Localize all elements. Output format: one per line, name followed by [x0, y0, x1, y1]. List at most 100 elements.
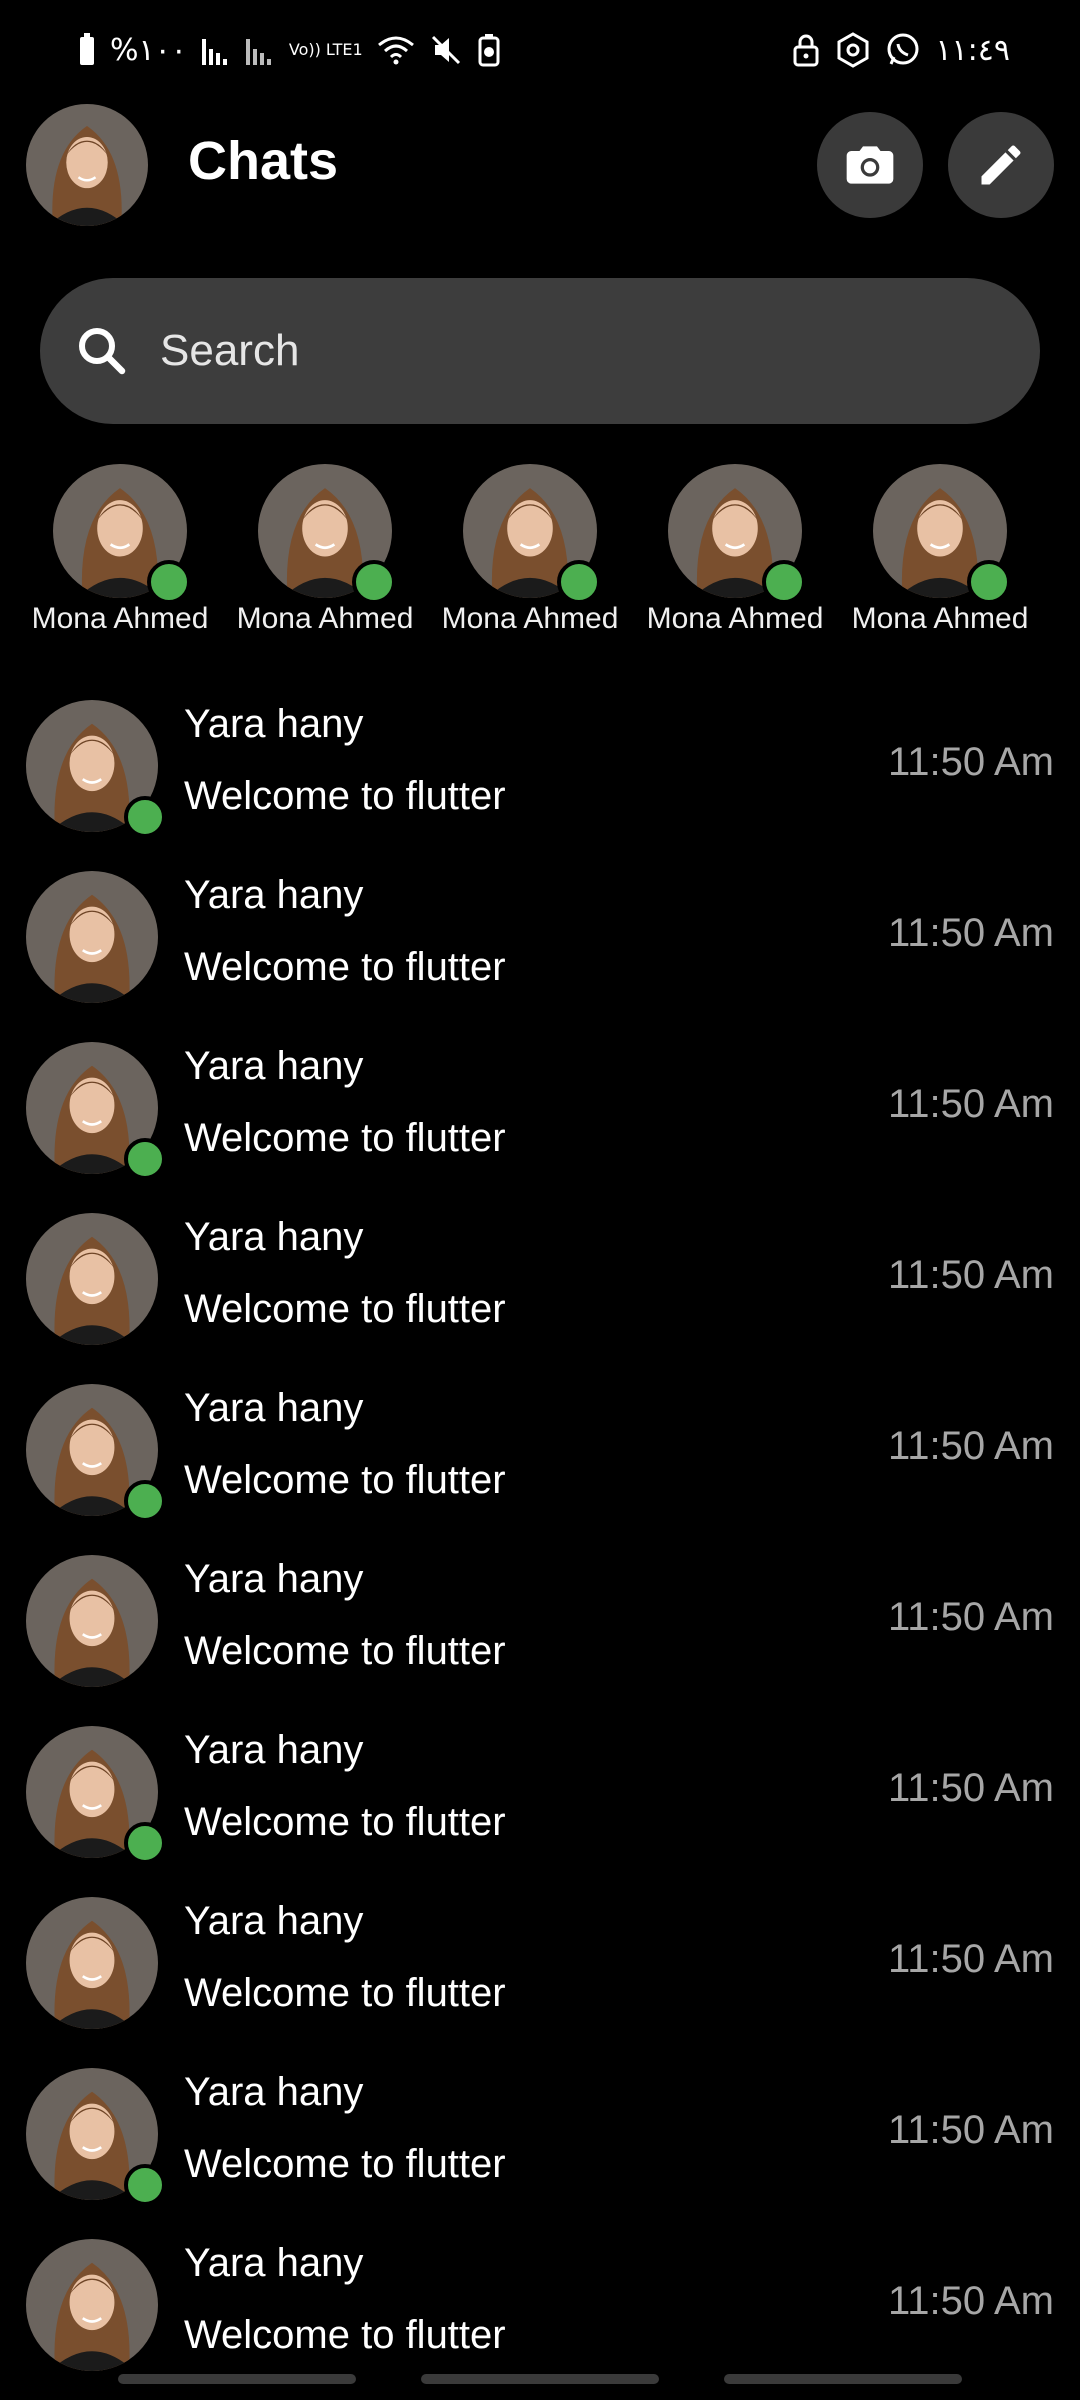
chat-contact-name: Yara hany	[184, 1386, 364, 1430]
chat-contact-name: Yara hany	[184, 2070, 364, 2114]
online-indicator	[352, 560, 396, 604]
nav-handle-right[interactable]	[724, 2374, 962, 2384]
status-time: ١١:٤٩	[935, 32, 1010, 68]
story-avatar	[873, 464, 1011, 604]
chat-avatar	[26, 1042, 166, 1180]
story-item[interactable]: Mona Ahmed	[20, 460, 220, 636]
online-indicator	[967, 560, 1011, 604]
battery-saver-icon	[477, 33, 501, 67]
status-bar: %١٠٠ Vo)) LTE1 ١١:٤٩	[0, 0, 1080, 100]
chat-timestamp: 11:50 Am	[887, 2108, 1054, 2152]
online-indicator	[557, 560, 601, 604]
online-indicator	[124, 1480, 166, 1522]
chat-row[interactable]: Yara hany Welcome to flutter 11:50 Am	[0, 2062, 1080, 2233]
nav-handle-left[interactable]	[118, 2374, 356, 2384]
camera-button[interactable]	[817, 112, 923, 218]
story-item[interactable]: Mona Ahmed	[430, 460, 630, 636]
page-title: Chats	[188, 131, 339, 191]
chat-row[interactable]: Yara hany Welcome to flutter 11:50 Am	[0, 1036, 1080, 1207]
story-name: Mona Ahmed	[646, 602, 824, 635]
avatar	[26, 1555, 158, 1687]
online-indicator	[124, 1822, 166, 1864]
avatar	[26, 1213, 158, 1345]
shield-icon	[835, 32, 871, 68]
chat-row[interactable]: Yara hany Welcome to flutter 11:50 Am	[0, 865, 1080, 1036]
online-indicator	[124, 1138, 166, 1180]
story-name: Mona Ahmed	[31, 602, 209, 635]
avatar	[26, 871, 158, 1003]
chat-contact-name: Yara hany	[184, 1899, 364, 1943]
chat-contact-name: Yara hany	[184, 1557, 364, 1601]
chat-last-message: Welcome to flutter	[184, 2313, 506, 2357]
signal-icon	[201, 35, 231, 65]
profile-avatar[interactable]	[26, 104, 148, 226]
stories-row: Mona Ahmed Mona Ahmed Mona Ahmed Mona Ahmed…	[0, 460, 1080, 640]
chat-timestamp: 11:50 Am	[887, 1937, 1054, 1981]
chat-contact-name: Yara hany	[184, 1728, 364, 1772]
search-icon	[79, 328, 126, 375]
chat-avatar	[26, 1726, 166, 1864]
chat-avatar	[26, 1897, 158, 2029]
wifi-icon	[377, 35, 415, 65]
chat-timestamp: 11:50 Am	[887, 2279, 1054, 2323]
chat-contact-name: Yara hany	[184, 2241, 364, 2285]
chat-last-message: Welcome to flutter	[184, 1458, 506, 1502]
signal-icon-2	[245, 35, 275, 65]
chat-timestamp: 11:50 Am	[887, 1424, 1054, 1468]
camera-icon	[846, 146, 894, 184]
chat-avatar	[26, 1213, 158, 1345]
story-avatar	[668, 464, 806, 604]
chat-contact-name: Yara hany	[184, 1215, 364, 1259]
chat-contact-name: Yara hany	[184, 1044, 364, 1088]
online-indicator	[762, 560, 806, 604]
chat-timestamp: 11:50 Am	[887, 1082, 1054, 1126]
nav-handle-center[interactable]	[421, 2374, 659, 2384]
story-item[interactable]: Mona Ahmed	[225, 460, 425, 636]
chat-row[interactable]: Yara hany Welcome to flutter 11:50 Am	[0, 694, 1080, 865]
search-bar[interactable]	[40, 278, 1040, 424]
chat-last-message: Welcome to flutter	[184, 945, 506, 989]
online-indicator	[147, 560, 191, 604]
chat-row[interactable]: Yara hany Welcome to flutter 11:50 Am	[0, 1720, 1080, 1891]
chat-timestamp: 11:50 Am	[887, 1766, 1054, 1810]
chats-screen: %١٠٠ Vo)) LTE1 ١١:٤٩ Chats Search Mona A…	[0, 0, 1080, 2400]
online-indicator	[124, 796, 166, 838]
story-avatar	[53, 464, 191, 604]
chat-avatar	[26, 2068, 166, 2206]
story-avatar	[258, 464, 396, 604]
chat-last-message: Welcome to flutter	[184, 774, 506, 818]
chat-timestamp: 11:50 Am	[887, 911, 1054, 955]
chat-avatar	[26, 1555, 158, 1687]
whatsapp-icon	[885, 32, 921, 68]
chat-last-message: Welcome to flutter	[184, 1800, 506, 1844]
story-item[interactable]: Mona Ahmed	[635, 460, 835, 636]
online-indicator	[124, 2164, 166, 2206]
edit-icon	[981, 145, 1021, 185]
chat-row[interactable]: Yara hany Welcome to flutter 11:50 Am	[0, 1207, 1080, 1378]
search-input[interactable]	[158, 325, 962, 377]
chat-last-message: Welcome to flutter	[184, 1629, 506, 1673]
story-name: Mona Ahmed	[236, 602, 414, 635]
chat-timestamp: 11:50 Am	[887, 1595, 1054, 1639]
header: Chats	[0, 100, 1080, 230]
chat-last-message: Welcome to flutter	[184, 1116, 506, 1160]
network-label: Vo)) LTE1	[288, 40, 363, 59]
chat-row[interactable]: Yara hany Welcome to flutter 11:50 Am	[0, 1378, 1080, 1549]
chat-row[interactable]: Yara hany Welcome to flutter 11:50 Am	[0, 1549, 1080, 1720]
chat-last-message: Welcome to flutter	[184, 1287, 506, 1331]
lock-icon	[791, 33, 821, 67]
chat-avatar	[26, 1384, 166, 1522]
battery-icon	[78, 33, 96, 67]
chat-last-message: Welcome to flutter	[184, 2142, 506, 2186]
chat-timestamp: 11:50 Am	[887, 740, 1054, 784]
status-right: ١١:٤٩	[791, 32, 1010, 68]
mute-icon	[429, 33, 463, 67]
chat-row[interactable]: Yara hany Welcome to flutter 11:50 Am	[0, 1891, 1080, 2062]
chat-timestamp: 11:50 Am	[887, 1253, 1054, 1297]
story-item[interactable]: Mona Ahmed	[840, 460, 1040, 636]
chat-last-message: Welcome to flutter	[184, 1971, 506, 2015]
new-message-button[interactable]	[948, 112, 1054, 218]
avatar	[26, 2239, 158, 2371]
story-name: Mona Ahmed	[441, 602, 619, 635]
avatar	[26, 1897, 158, 2029]
